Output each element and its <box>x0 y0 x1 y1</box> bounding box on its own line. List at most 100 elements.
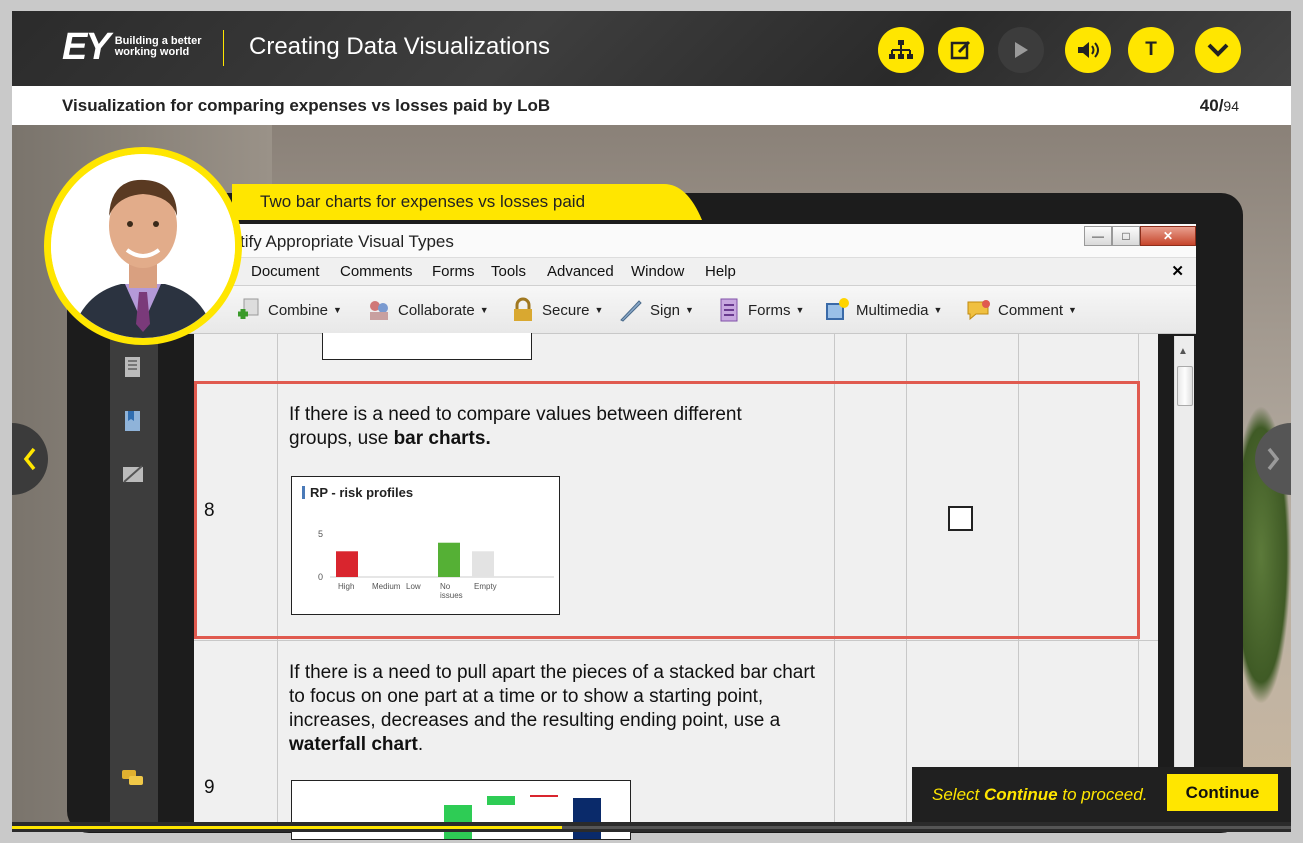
slide-title: Visualization for comparing expenses vs … <box>62 96 551 115</box>
play-icon <box>1015 42 1028 58</box>
callout-banner: Two bar charts for expenses vs losses pa… <box>232 184 712 220</box>
text-button[interactable]: T <box>1128 27 1174 73</box>
y-tick-label: 5 <box>318 529 323 539</box>
row-text-emphasis: bar charts. <box>393 428 491 449</box>
row-description: If there is a need to pull apart the pie… <box>289 661 824 757</box>
multimedia-button[interactable]: Multimedia ▼ <box>824 296 942 324</box>
continue-button[interactable]: Continue <box>1167 774 1278 811</box>
toolbar: Combine ▼ Collaborate ▼ Secure ▼ Sign ▼ Form… <box>158 286 1196 334</box>
bookmarks-icon[interactable] <box>120 408 146 434</box>
x-tick-label: Medium <box>372 582 401 591</box>
menu-document[interactable]: Document <box>251 263 319 280</box>
audio-button[interactable] <box>1065 27 1111 73</box>
row-text: If there is a need to pull apart the pie… <box>289 662 815 731</box>
forms-icon <box>720 298 738 322</box>
comments-icon[interactable] <box>120 766 146 792</box>
menu-window[interactable]: Window <box>631 263 684 280</box>
continue-prompt: Select Continue to proceed. Continue <box>912 767 1291 822</box>
window-titlebar: tify Appropriate Visual Types — □ ✕ <box>158 224 1196 258</box>
forms-label: Forms <box>748 301 791 319</box>
chart-bar <box>438 542 460 577</box>
collaborate-label: Collaborate <box>398 301 475 319</box>
course-title: Creating Data Visualizations <box>249 33 551 60</box>
menu-advanced[interactable]: Advanced <box>547 263 614 280</box>
notes-button[interactable] <box>938 27 984 73</box>
page-counter: 40/94 <box>1200 96 1239 116</box>
text-icon: T <box>1145 39 1157 60</box>
sign-label: Sign <box>650 301 681 319</box>
continue-instruction-bold: Continue <box>983 785 1058 804</box>
signatures-icon[interactable] <box>120 462 146 488</box>
secure-button[interactable]: Secure ▼ <box>510 296 603 324</box>
comment-icon <box>967 300 990 321</box>
chevron-right-icon <box>1267 447 1280 471</box>
menu-button[interactable] <box>1195 27 1241 73</box>
ey-logo: EY Building a better working world <box>62 28 215 66</box>
row-text: If there is a need to compare values bet… <box>289 404 742 449</box>
progress-bar <box>12 826 1291 829</box>
menu-help[interactable]: Help <box>705 263 736 280</box>
x-tick-label: issues <box>440 591 463 600</box>
row-number: 9 <box>204 777 215 798</box>
callout-text: Two bar charts for expenses vs losses pa… <box>260 192 586 211</box>
collaborate-button[interactable]: Collaborate ▼ <box>366 296 489 324</box>
chevron-left-icon <box>23 447 36 471</box>
chart-canvas: 0 5 High Medium Low Noissues Empty <box>318 529 554 600</box>
page-total: 94 <box>1223 98 1239 114</box>
close-document-icon[interactable]: ✕ <box>1171 262 1184 280</box>
table-gridline <box>194 640 1158 641</box>
document-scrollbar[interactable]: ▲ <box>1174 336 1194 822</box>
sitemap-button[interactable] <box>878 27 924 73</box>
window-title: tify Appropriate Visual Types <box>240 232 454 251</box>
chart-bar <box>336 551 358 577</box>
pen-icon <box>620 300 642 322</box>
sitemap-icon <box>889 40 913 59</box>
row-checkbox[interactable] <box>948 506 973 531</box>
waterfall-bar <box>530 795 558 797</box>
waterfall-bar <box>487 796 515 805</box>
pages-icon[interactable] <box>120 354 146 380</box>
comment-button[interactable]: Comment ▼ <box>966 296 1077 324</box>
logo-wordmark: EY <box>62 26 111 68</box>
x-tick-label: High <box>338 582 354 591</box>
menu-forms[interactable]: Forms <box>432 263 475 280</box>
menu-comments[interactable]: Comments <box>340 263 413 280</box>
presenter-avatar <box>44 147 242 345</box>
forms-button[interactable]: Forms ▼ <box>716 296 804 324</box>
waterfall-bar <box>573 798 601 839</box>
play-button[interactable] <box>998 27 1044 73</box>
previous-row-thumbnail <box>322 333 532 360</box>
progress-fill <box>12 826 562 829</box>
x-tick-label: Low <box>406 582 421 591</box>
scroll-up-icon[interactable]: ▲ <box>1178 346 1188 357</box>
chart-bar <box>472 551 494 577</box>
continue-instruction-post: to proceed. <box>1057 785 1148 804</box>
notes-icon <box>950 40 971 60</box>
scroll-thumb[interactable] <box>1177 366 1193 406</box>
secure-label: Secure <box>542 301 590 319</box>
row-description: If there is a need to compare values bet… <box>289 403 809 451</box>
menu-tools[interactable]: Tools <box>491 263 526 280</box>
y-tick-label: 0 <box>318 572 323 582</box>
comment-label: Comment <box>998 301 1064 319</box>
continue-instruction-pre: Select <box>932 785 984 804</box>
player-header: EY Building a better working world Creat… <box>12 11 1291 86</box>
chevron-down-icon <box>1207 43 1229 57</box>
close-window-button[interactable]: ✕ <box>1140 226 1196 246</box>
combine-icon <box>238 298 259 319</box>
speaker-icon <box>1078 42 1099 58</box>
collaborate-icon <box>370 301 388 320</box>
page-current: 40/ <box>1199 96 1224 115</box>
row-text-emphasis: waterfall chart <box>289 734 418 755</box>
continue-instruction: Select Continue to proceed. <box>932 785 1147 805</box>
lock-icon <box>514 297 532 321</box>
x-tick-label: Empty <box>474 582 497 591</box>
window-controls: — □ ✕ <box>1084 226 1196 246</box>
sign-button[interactable]: Sign ▼ <box>618 296 694 324</box>
maximize-button[interactable]: □ <box>1112 226 1140 246</box>
minimize-button[interactable]: — <box>1084 226 1112 246</box>
menu-bar: Document Comments Forms Tools Advanced W… <box>158 258 1196 286</box>
x-tick-label: No <box>440 582 451 591</box>
multimedia-icon <box>826 298 849 320</box>
combine-button[interactable]: Combine ▼ <box>236 296 342 324</box>
